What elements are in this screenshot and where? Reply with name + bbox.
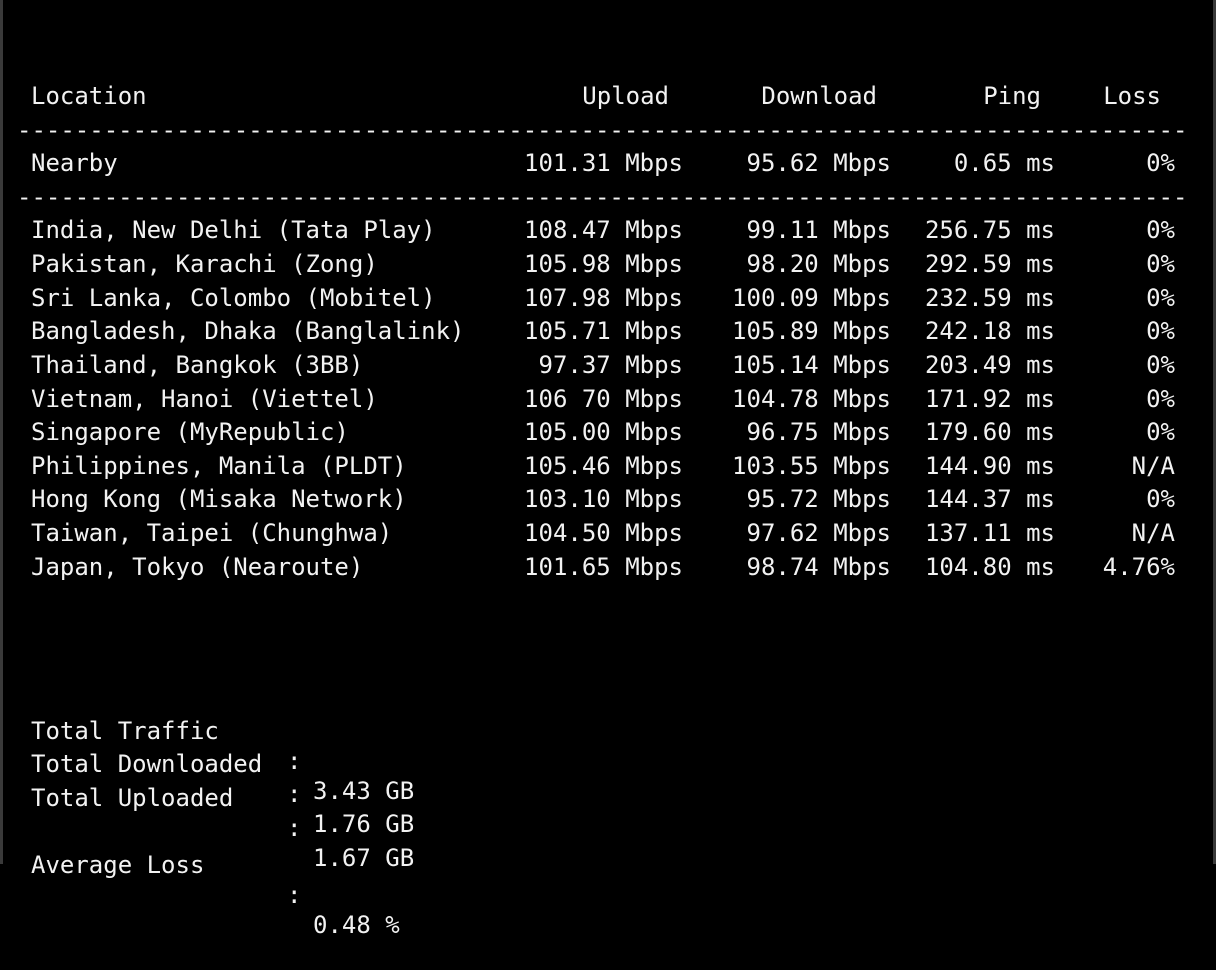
row-download: 103.55 Mbps	[732, 452, 891, 480]
nearby-row: Nearby 101.31 Mbps 95.62 Mbps 0.65 ms 0%	[3, 148, 1216, 178]
row-download: 97.62 Mbps	[746, 519, 892, 547]
summary-colon: :	[287, 881, 302, 909]
row-ping: 104.80 ms	[924, 553, 1055, 581]
row-upload: 105.46 Mbps	[524, 452, 683, 480]
table-row: India, New Delhi (Tata Play) 108.47 Mbps…	[3, 215, 1216, 245]
summary-total-traffic: Total Traffic : 3.43 GB	[3, 686, 1216, 805]
row-ping: 179.60 ms	[924, 418, 1055, 446]
row-download: 99.11 Mbps	[746, 216, 892, 244]
table-header: Location Upload Download Ping Loss	[3, 81, 1216, 111]
table-row: Japan, Tokyo (Nearoute) 101.65 Mbps 98.7…	[3, 552, 1216, 582]
row-location: Vietnam, Hanoi (Viettel)	[31, 385, 378, 413]
separator-middle: ----------------------------------------…	[17, 183, 1189, 211]
header-location: Location	[31, 82, 147, 110]
summary-value: 0.48 %	[313, 911, 400, 939]
row-ping: 242.18 ms	[924, 317, 1055, 345]
nearby-upload: 101.31 Mbps	[524, 149, 683, 177]
row-download: 98.20 Mbps	[746, 250, 892, 278]
table-row: Taiwan, Taipei (Chunghwa) 104.50 Mbps 97…	[3, 518, 1216, 548]
row-upload: 106 70 Mbps	[524, 385, 683, 413]
row-ping: 256.75 ms	[924, 216, 1055, 244]
table-row: Singapore (MyRepublic) 105.00 Mbps 96.75…	[3, 417, 1216, 447]
row-upload: 104.50 Mbps	[524, 519, 683, 547]
nearby-download: 95.62 Mbps	[746, 149, 892, 177]
summary-total-downloaded: Total Downloaded : 1.76 GB	[3, 719, 1216, 838]
row-download: 98.74 Mbps	[746, 553, 892, 581]
row-upload: 103.10 Mbps	[524, 485, 683, 513]
table-row: Vietnam, Hanoi (Viettel) 106 70 Mbps 104…	[3, 384, 1216, 414]
row-download: 96.75 Mbps	[746, 418, 892, 446]
row-upload: 108.47 Mbps	[524, 216, 683, 244]
row-loss: 0%	[1146, 216, 1175, 244]
nearby-location: Nearby	[31, 149, 118, 177]
row-loss: 0%	[1146, 317, 1175, 345]
terminal-window: Location Upload Download Ping Loss -----…	[0, 0, 1216, 939]
row-loss: N/A	[1131, 519, 1175, 547]
row-ping: 232.59 ms	[924, 284, 1055, 312]
row-location: Pakistan, Karachi (Zong)	[31, 250, 378, 278]
row-loss: 0%	[1146, 385, 1175, 413]
row-location: Singapore (MyRepublic)	[31, 418, 349, 446]
row-location: Sri Lanka, Colombo (Mobitel)	[31, 284, 436, 312]
row-upload: 105.71 Mbps	[524, 317, 683, 345]
row-loss: N/A	[1131, 452, 1175, 480]
nearby-ping: 0.65 ms	[953, 149, 1055, 177]
row-location: Japan, Tokyo (Nearoute)	[31, 553, 364, 581]
table-row: Pakistan, Karachi (Zong) 105.98 Mbps 98.…	[3, 249, 1216, 279]
row-loss: 0%	[1146, 485, 1175, 513]
row-download: 100.09 Mbps	[732, 284, 891, 312]
row-loss: 0%	[1146, 351, 1175, 379]
row-loss: 0%	[1146, 250, 1175, 278]
separator-top: ----------------------------------------…	[17, 116, 1189, 144]
row-loss: 4.76%	[1102, 553, 1175, 581]
row-location: Thailand, Bangkok (3BB)	[31, 351, 364, 379]
row-download: 95.72 Mbps	[746, 485, 892, 513]
row-download: 104.78 Mbps	[732, 385, 891, 413]
row-loss: 0%	[1146, 284, 1175, 312]
row-ping: 292.59 ms	[924, 250, 1055, 278]
row-ping: 171.92 ms	[924, 385, 1055, 413]
summary-label: Average Loss	[31, 851, 205, 879]
header-upload: Upload	[582, 82, 669, 110]
row-ping: 203.49 ms	[924, 351, 1055, 379]
table-row: Thailand, Bangkok (3BB) 97.37 Mbps 105.1…	[3, 350, 1216, 380]
summary-average-loss: Average Loss : 0.48 %	[3, 820, 1216, 939]
row-location: India, New Delhi (Tata Play)	[31, 216, 436, 244]
row-location: Bangladesh, Dhaka (Banglalink)	[31, 317, 465, 345]
row-ping: 137.11 ms	[924, 519, 1055, 547]
summary-total-uploaded: Total Uploaded : 1.67 GB	[3, 753, 1216, 872]
row-upload: 105.98 Mbps	[524, 250, 683, 278]
row-ping: 144.90 ms	[924, 452, 1055, 480]
row-location: Hong Kong (Misaka Network)	[31, 485, 407, 513]
summary-label: Total Uploaded	[31, 784, 234, 812]
table-row: Bangladesh, Dhaka (Banglalink) 105.71 Mb…	[3, 316, 1216, 346]
table-row: Sri Lanka, Colombo (Mobitel) 107.98 Mbps…	[3, 283, 1216, 313]
row-location: Taiwan, Taipei (Chunghwa)	[31, 519, 393, 547]
row-download: 105.14 Mbps	[732, 351, 891, 379]
row-upload: 107.98 Mbps	[524, 284, 683, 312]
row-upload: 105.00 Mbps	[524, 418, 683, 446]
row-ping: 144.37 ms	[924, 485, 1055, 513]
header-loss: Loss	[1103, 82, 1161, 110]
row-upload: 101.65 Mbps	[524, 553, 683, 581]
row-upload: 97.37 Mbps	[538, 351, 684, 379]
header-download: Download	[761, 82, 877, 110]
summary-colon: :	[287, 780, 302, 808]
nearby-loss: 0%	[1146, 149, 1175, 177]
header-ping: Ping	[983, 82, 1041, 110]
table-row: Philippines, Manila (PLDT) 105.46 Mbps 1…	[3, 451, 1216, 481]
row-location: Philippines, Manila (PLDT)	[31, 452, 407, 480]
row-download: 105.89 Mbps	[732, 317, 891, 345]
row-loss: 0%	[1146, 418, 1175, 446]
table-row: Hong Kong (Misaka Network) 103.10 Mbps 9…	[3, 484, 1216, 514]
